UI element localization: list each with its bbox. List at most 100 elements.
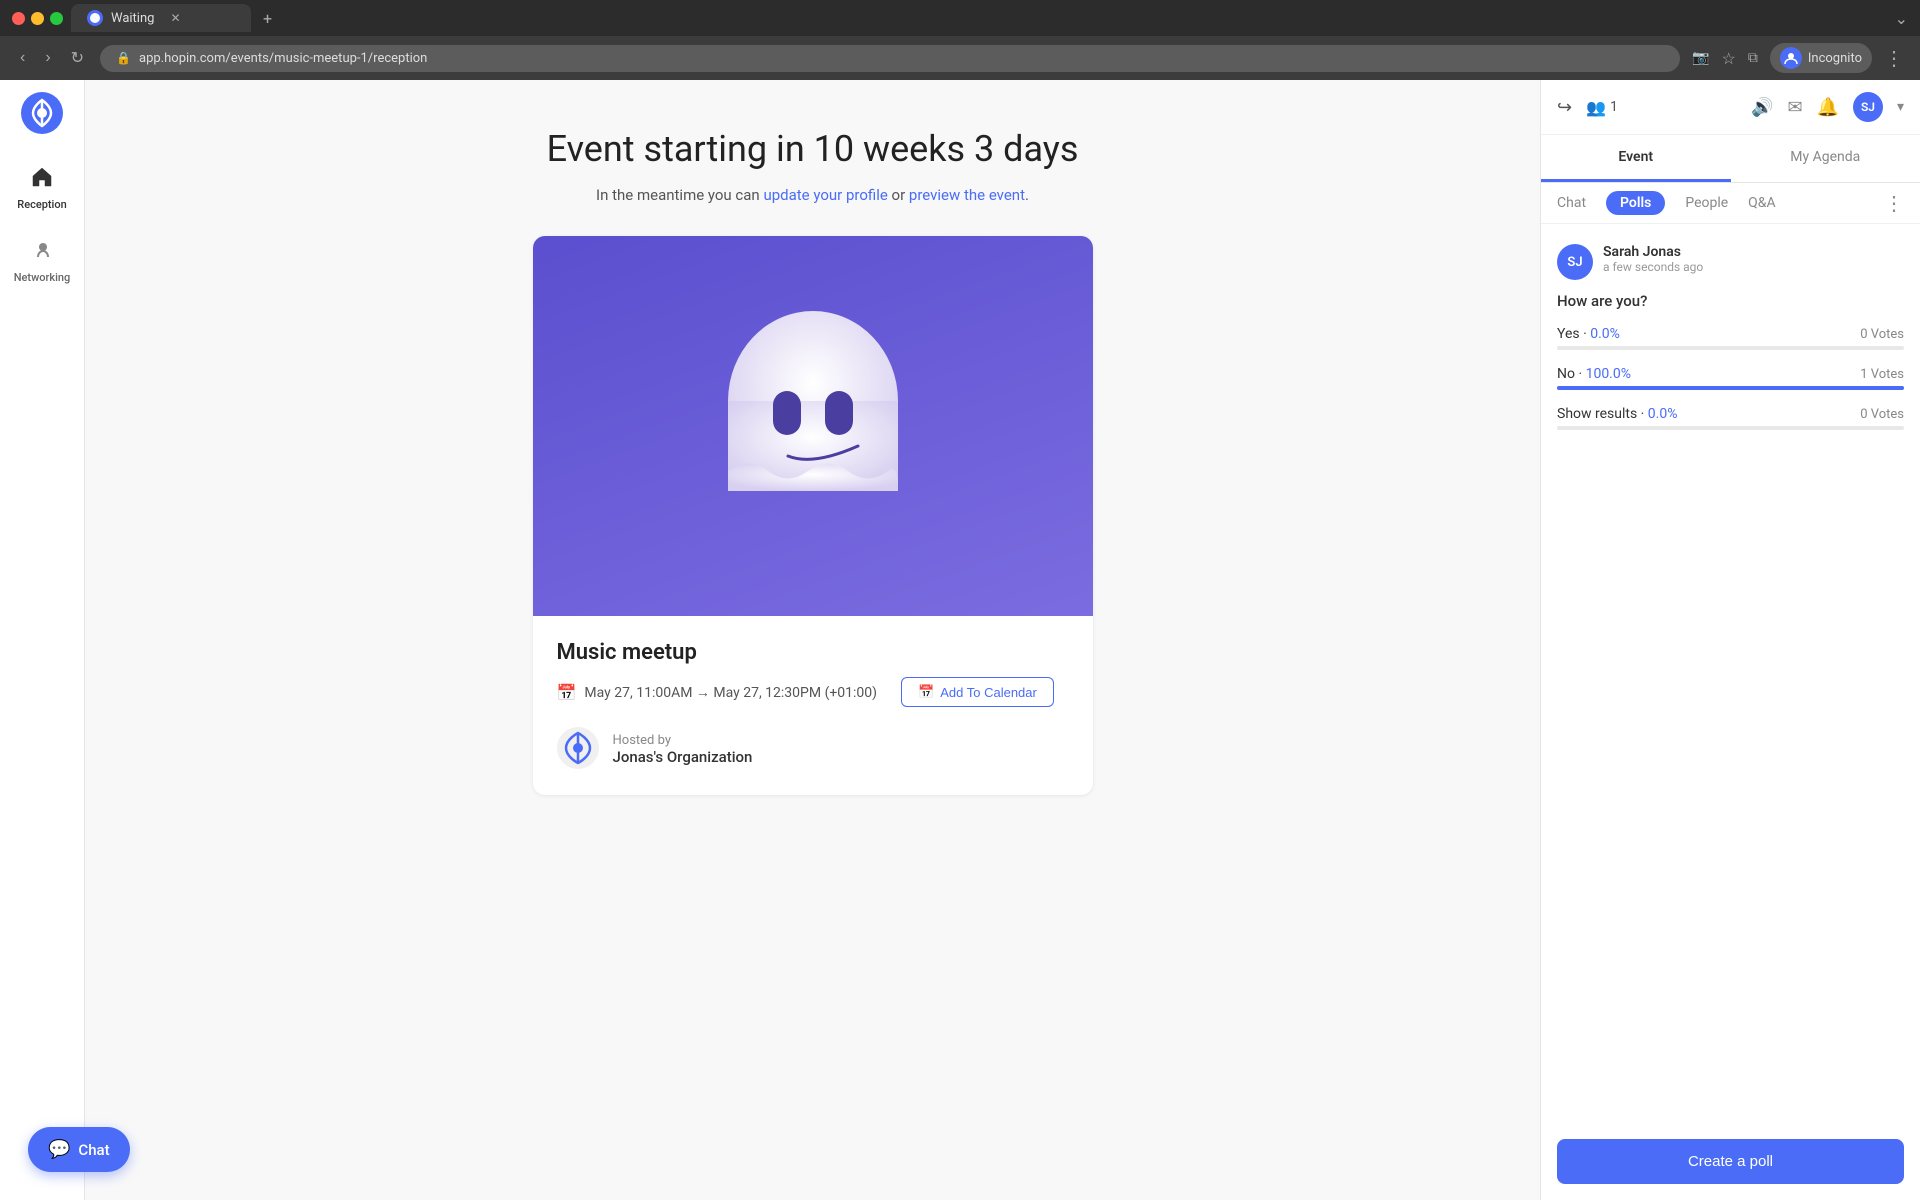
poll-bar-bg-no	[1557, 386, 1904, 390]
poll-option-no-pct: 100.0%	[1586, 366, 1631, 382]
browser-chrome: Waiting ✕ + ⌄	[0, 0, 1920, 36]
create-poll-button[interactable]: Create a poll	[1557, 1139, 1904, 1184]
poll-author: SJ Sarah Jonas a few seconds ago	[1557, 244, 1904, 280]
sub-tab-people[interactable]: People	[1685, 191, 1728, 215]
sidebar-item-reception[interactable]: Reception	[5, 154, 79, 223]
poll-option-yes-label: Yes · 0.0%	[1557, 326, 1620, 342]
tab-favicon	[87, 10, 103, 26]
lock-icon: 🔒	[116, 51, 131, 65]
profile-label: Incognito	[1808, 51, 1862, 66]
app-layout: Reception Networking Event starting in 1…	[0, 80, 1920, 1200]
poll-author-time: a few seconds ago	[1603, 260, 1703, 274]
bookmark-icon[interactable]: ☆	[1722, 49, 1736, 68]
org-logo	[557, 727, 601, 771]
panel-header: ↪ 👥 1 🔊 ✉ 🔔 SJ ▾	[1541, 80, 1920, 135]
chat-button-label: Chat	[78, 1141, 109, 1159]
event-image	[533, 236, 1093, 616]
poll-option-no-label: No · 100.0%	[1557, 366, 1631, 382]
more-tabs-icon[interactable]: ⌄	[1895, 9, 1908, 28]
poll-author-info: Sarah Jonas a few seconds ago	[1603, 244, 1703, 274]
bell-icon[interactable]: 🔔	[1817, 97, 1839, 118]
event-countdown: Event starting in 10 weeks 3 days	[547, 128, 1079, 170]
attendee-count: 👥 1	[1586, 98, 1618, 117]
extension-icon[interactable]: ⧉	[1748, 50, 1758, 66]
close-window-button[interactable]	[12, 12, 25, 25]
camera-off-icon[interactable]: 📷	[1692, 50, 1709, 66]
poll-option-no-votes: 1 Votes	[1860, 367, 1904, 382]
forward-button[interactable]: ›	[41, 45, 54, 71]
main-content: Event starting in 10 weeks 3 days In the…	[85, 80, 1540, 1200]
sub-tab-polls[interactable]: Polls	[1606, 191, 1665, 215]
sub-tab-qa[interactable]: Q&A	[1748, 191, 1775, 215]
event-subtitle: In the meantime you can update your prof…	[596, 186, 1029, 204]
tab-title: Waiting	[111, 11, 154, 26]
window-controls	[12, 12, 63, 25]
url-bar[interactable]: 🔒 app.hopin.com/events/music-meetup-1/re…	[100, 45, 1680, 72]
address-bar: ‹ › ↻ 🔒 app.hopin.com/events/music-meetu…	[0, 36, 1920, 80]
conjunction: or	[888, 186, 909, 204]
add-calendar-label: Add To Calendar	[940, 685, 1037, 700]
networking-label: Networking	[14, 271, 71, 284]
hopin-logo[interactable]	[21, 92, 63, 134]
chat-button[interactable]: 💬 Chat	[28, 1127, 130, 1172]
panel-right-actions: 🔊 ✉ 🔔 SJ ▾	[1751, 92, 1904, 122]
url-text: app.hopin.com/events/music-meetup-1/rece…	[139, 51, 427, 66]
reload-button[interactable]: ↻	[67, 44, 88, 72]
event-date-range: May 27, 11:00AM → May 27, 12:30PM (+01:0…	[584, 684, 877, 701]
event-card: Music meetup 📅 May 27, 11:00AM → May 27,…	[533, 236, 1093, 795]
calendar-icon: 📅	[557, 683, 577, 702]
minimize-window-button[interactable]	[31, 12, 44, 25]
user-avatar[interactable]: SJ	[1853, 92, 1883, 122]
mute-icon[interactable]: 🔊	[1751, 97, 1773, 118]
poll-bar-bg-results	[1557, 426, 1904, 430]
calendar-plus-icon: 📅	[918, 684, 934, 700]
event-date: 📅 May 27, 11:00AM → May 27, 12:30PM (+01…	[557, 677, 1069, 707]
email-icon[interactable]: ✉	[1787, 97, 1802, 118]
poll-author-avatar: SJ	[1557, 244, 1593, 280]
new-tab-button[interactable]: +	[263, 9, 272, 28]
poll-option-results-label: Show results · 0.0%	[1557, 406, 1677, 422]
preview-event-link[interactable]: preview the event	[909, 186, 1025, 204]
profile-badge[interactable]: Incognito	[1770, 43, 1872, 73]
sidebar: Reception Networking	[0, 80, 85, 1200]
poll-option-no[interactable]: No · 100.0% 1 Votes	[1557, 366, 1904, 390]
browser-tab[interactable]: Waiting ✕	[71, 4, 251, 32]
networking-icon	[31, 239, 53, 267]
poll-option-yes-pct: 0.0%	[1590, 326, 1620, 342]
reception-label: Reception	[17, 198, 66, 211]
profile-avatar	[1780, 47, 1802, 69]
poll-bar-bg-yes	[1557, 346, 1904, 350]
add-to-calendar-button[interactable]: 📅 Add To Calendar	[901, 677, 1054, 707]
panel-left-actions: ↪ 👥 1	[1557, 97, 1618, 118]
right-panel: ↪ 👥 1 🔊 ✉ 🔔 SJ ▾ Event My Agenda	[1540, 80, 1920, 1200]
tab-my-agenda[interactable]: My Agenda	[1731, 135, 1920, 182]
back-button[interactable]: ‹	[16, 45, 29, 71]
poll-option-results-pct: 0.0%	[1648, 406, 1678, 422]
browser-menu-button[interactable]: ⋮	[1884, 46, 1904, 70]
tab-close-button[interactable]: ✕	[170, 11, 180, 25]
update-profile-link[interactable]: update your profile	[763, 186, 887, 204]
more-options-icon[interactable]: ⋮	[1884, 191, 1904, 215]
subtitle-end: .	[1025, 186, 1029, 204]
poll-question: How are you?	[1557, 292, 1904, 310]
poll-option-show-results[interactable]: Show results · 0.0% 0 Votes	[1557, 406, 1904, 430]
home-icon	[31, 166, 53, 194]
chat-icon: 💬	[48, 1139, 70, 1160]
event-name: Music meetup	[557, 640, 1069, 665]
chevron-down-icon[interactable]: ▾	[1897, 99, 1904, 115]
poll-option-yes-votes: 0 Votes	[1860, 327, 1904, 342]
event-info: Music meetup 📅 May 27, 11:00AM → May 27,…	[533, 616, 1093, 795]
sub-tabs: Chat Polls People Q&A ⋮	[1541, 183, 1920, 224]
org-name: Jonas's Organization	[613, 748, 753, 766]
maximize-window-button[interactable]	[50, 12, 63, 25]
tab-event[interactable]: Event	[1541, 135, 1731, 182]
panel-main-tabs: Event My Agenda	[1541, 135, 1920, 183]
sub-tab-chat[interactable]: Chat	[1557, 191, 1586, 215]
hosted-by-section: Hosted by Jonas's Organization	[557, 727, 1069, 771]
event-mascot	[703, 311, 923, 541]
exit-icon[interactable]: ↪	[1557, 97, 1572, 118]
poll-author-name: Sarah Jonas	[1603, 244, 1703, 260]
poll-option-yes[interactable]: Yes · 0.0% 0 Votes	[1557, 326, 1904, 350]
poll-bar-fill-no	[1557, 386, 1904, 390]
sidebar-item-networking[interactable]: Networking	[5, 227, 79, 296]
